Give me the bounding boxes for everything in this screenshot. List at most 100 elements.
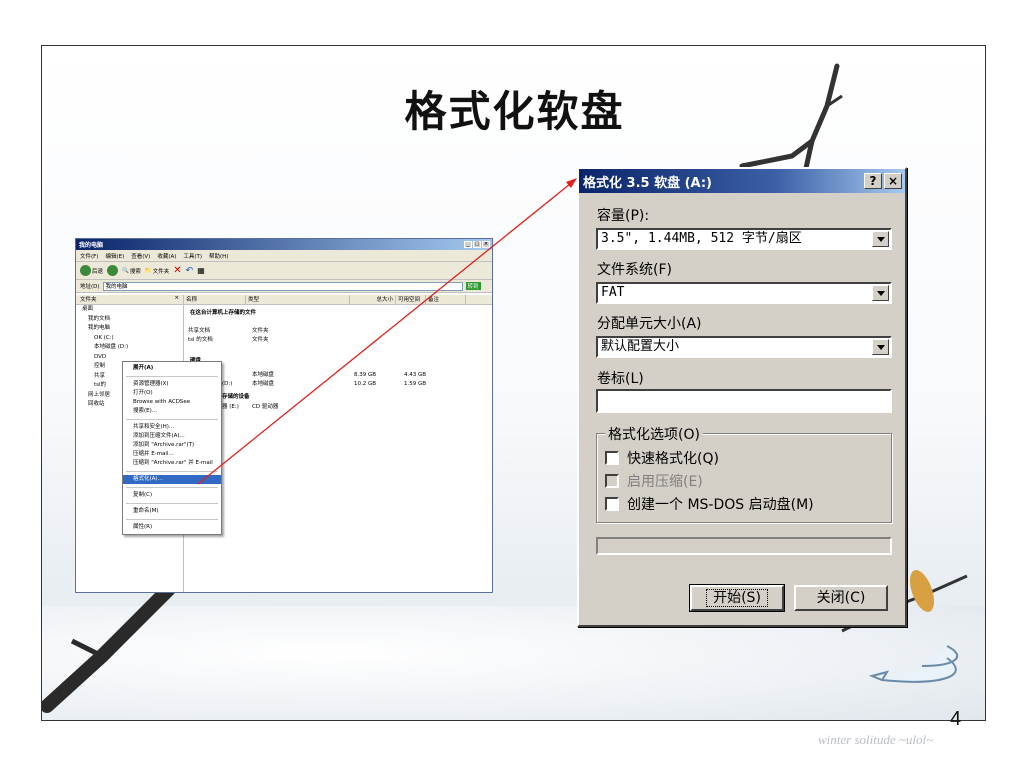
- menu-separator: [126, 487, 218, 488]
- menu-separator: [126, 503, 218, 504]
- quick-format-label: 快速格式化(Q): [627, 451, 719, 467]
- slide-title: 格式化软盘: [404, 87, 625, 136]
- menu-view[interactable]: 查看(V): [131, 252, 150, 260]
- address-input[interactable]: 我的电脑: [102, 281, 463, 291]
- views-icon[interactable]: ▦: [197, 266, 205, 275]
- context-menu: 展开(A) 资源管理器(X) 打开(O) Browse with ACDSee …: [122, 361, 222, 535]
- menu-item-add-archive[interactable]: 添加到压缩文件(A)...: [123, 432, 221, 441]
- checkbox-box[interactable]: [605, 451, 619, 465]
- menu-item-format[interactable]: 格式化(A)...: [123, 475, 221, 484]
- list-item[interactable]: 共享文档 文件夹: [184, 327, 492, 336]
- col-note[interactable]: 备注: [426, 295, 466, 304]
- back-arrow-icon: [80, 265, 91, 276]
- start-button[interactable]: 开始(S): [689, 584, 785, 612]
- menu-tools[interactable]: 工具(T): [183, 252, 202, 260]
- chevron-down-icon[interactable]: [872, 285, 889, 301]
- search-button[interactable]: 🔍 搜索: [122, 267, 141, 275]
- list-item[interactable]: (D:) 本地磁盘 10.2 GB 1.59 GB: [184, 380, 492, 389]
- explorer-toolbar: 后退 🔍 搜索 📁 文件夹 ✕ ↶ ▦: [76, 262, 492, 280]
- checkbox-box: [605, 474, 619, 488]
- address-label: 地址(D): [80, 284, 100, 290]
- format-options-legend: 格式化选项(O): [605, 424, 703, 444]
- format-progress-bar: [596, 537, 892, 555]
- menu-item-search[interactable]: 搜索(E)...: [123, 407, 221, 416]
- checkbox-box[interactable]: [605, 497, 619, 511]
- tree-item[interactable]: 桌面: [76, 305, 183, 315]
- col-type[interactable]: 类型: [246, 295, 350, 304]
- enable-compression-checkbox: 启用压缩(E): [605, 471, 703, 491]
- list-item[interactable]: tsl 的文档 文件夹: [184, 336, 492, 345]
- tree-item[interactable]: OK (C:): [76, 334, 183, 344]
- explorer-menu-bar: 文件(F) 编辑(E) 查看(V) 收藏(A) 工具(T) 帮助(H): [76, 250, 492, 262]
- allocation-value: 默认配置大小: [601, 339, 680, 354]
- col-name[interactable]: 名称: [184, 295, 246, 304]
- help-button[interactable]: ?: [864, 173, 882, 189]
- delete-icon[interactable]: ✕: [173, 265, 181, 276]
- dialog-title-bar: 格式化 3.5 软盘 (A:) ? ×: [579, 169, 905, 193]
- close-button[interactable]: ×: [482, 241, 490, 248]
- close-dialog-button[interactable]: 关闭(C): [794, 585, 888, 611]
- menu-separator: [126, 419, 218, 420]
- close-pane-icon[interactable]: ×: [174, 295, 179, 304]
- quick-format-checkbox[interactable]: 快速格式化(Q): [605, 448, 719, 468]
- col-free[interactable]: 可用空间: [396, 295, 426, 304]
- menu-edit[interactable]: 编辑(E): [105, 252, 124, 260]
- list-item[interactable]: 本地磁盘 8.39 GB 4.43 GB: [184, 371, 492, 380]
- column-headers: 名称 类型 总大小 可用空间 备注: [184, 295, 492, 305]
- menu-help[interactable]: 帮助(H): [209, 252, 228, 260]
- menu-item-acdsee[interactable]: Browse with ACDSee: [123, 398, 221, 407]
- menu-item-compress-email[interactable]: 压缩并 E-mail...: [123, 450, 221, 459]
- chevron-down-icon[interactable]: [872, 339, 889, 355]
- tree-item[interactable]: 我的电脑: [76, 324, 183, 334]
- group-header: 硬盘: [184, 353, 492, 367]
- group-header: 存储的设备: [222, 394, 250, 400]
- menu-item-open[interactable]: 打开(O): [123, 389, 221, 398]
- address-bar: 地址(D) 我的电脑 转到: [76, 280, 492, 293]
- menu-separator: [126, 471, 218, 472]
- format-dialog: 格式化 3.5 软盘 (A:) ? × 容量(P): 3.5", 1.44MB,…: [577, 167, 907, 627]
- menu-item-properties[interactable]: 属性(R): [123, 523, 221, 532]
- menu-file[interactable]: 文件(F): [80, 252, 98, 260]
- dialog-close-button[interactable]: ×: [884, 173, 902, 189]
- capacity-label: 容量(P):: [597, 208, 650, 224]
- folders-button[interactable]: 📁 文件夹: [145, 267, 169, 275]
- menu-item-explorer[interactable]: 资源管理器(X): [123, 380, 221, 389]
- menu-item-rename[interactable]: 重命名(M): [123, 507, 221, 516]
- folder-pane-header: 文件夹: [80, 297, 97, 303]
- tree-item[interactable]: 本地磁盘 (D:): [76, 343, 183, 353]
- dialog-title: 格式化 3.5 软盘 (A:): [583, 175, 712, 191]
- col-total[interactable]: 总大小: [350, 295, 396, 304]
- allocation-select[interactable]: 默认配置大小: [596, 336, 892, 358]
- menu-item-add-rar[interactable]: 添加到 "Archive.rar"(T): [123, 441, 221, 450]
- format-options-group: 格式化选项(O) 快速格式化(Q) 启用压缩(E) 创建一个 MS-DOS 启动…: [596, 424, 892, 523]
- filesystem-value: FAT: [601, 285, 625, 300]
- msdos-startup-checkbox[interactable]: 创建一个 MS-DOS 启动盘(M): [605, 494, 814, 514]
- menu-item-expand[interactable]: 展开(A): [123, 364, 221, 373]
- go-button[interactable]: 转到: [465, 282, 481, 290]
- chevron-down-icon[interactable]: [872, 231, 889, 247]
- filesystem-select[interactable]: FAT: [596, 282, 892, 304]
- menu-separator: [126, 376, 218, 377]
- list-item[interactable]: 器 (E:) CD 驱动器: [184, 403, 492, 412]
- file-list-pane: 名称 类型 总大小 可用空间 备注 在这台计算机上存储的文件 共享文档 文件夹 …: [184, 295, 492, 592]
- folder-icon: 📁: [144, 267, 152, 274]
- tree-item[interactable]: 我的文档: [76, 315, 183, 325]
- menu-item-copy[interactable]: 复制(C): [123, 491, 221, 500]
- watermark: winter solitude ~ulol~: [818, 732, 934, 747]
- group-header: 在这台计算机上存储的文件: [190, 310, 257, 316]
- page-number: 4: [950, 708, 962, 730]
- forward-button[interactable]: [107, 265, 119, 276]
- filesystem-label: 文件系统(F): [597, 262, 672, 278]
- capacity-select[interactable]: 3.5", 1.44MB, 512 字节/扇区: [596, 228, 892, 250]
- volume-label-input[interactable]: [596, 389, 892, 413]
- explorer-title: 我的电脑: [79, 242, 104, 249]
- menu-favorites[interactable]: 收藏(A): [157, 252, 176, 260]
- menu-separator: [126, 519, 218, 520]
- menu-item-compress-rar-email[interactable]: 压缩到 "Archive.rar" 并 E-mail: [123, 459, 221, 468]
- back-button[interactable]: 后退: [80, 265, 103, 276]
- undo-icon[interactable]: ↶: [186, 266, 194, 276]
- menu-item-sharing[interactable]: 共享和安全(H)...: [123, 423, 221, 432]
- minimize-button[interactable]: _: [464, 241, 472, 248]
- maximize-button[interactable]: □: [473, 241, 481, 248]
- volume-label: 卷标(L): [597, 371, 644, 387]
